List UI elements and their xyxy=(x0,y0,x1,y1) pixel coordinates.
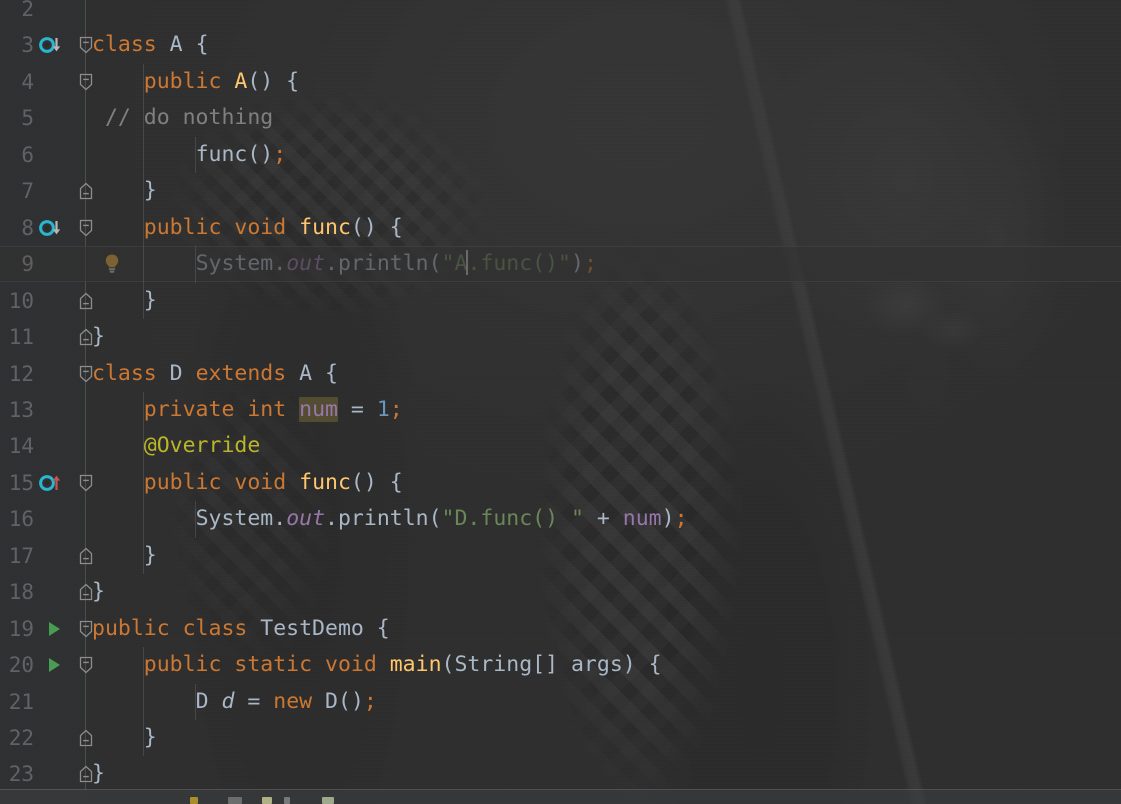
indent-guide xyxy=(142,428,144,465)
indent-guide xyxy=(194,501,196,538)
editor-line[interactable]: 8 public void func() { xyxy=(0,210,1121,246)
line-number[interactable]: 15 xyxy=(0,465,34,501)
line-number[interactable]: 22 xyxy=(0,720,34,756)
indent-guide xyxy=(142,391,144,429)
editor-line[interactable]: 12 class D extends A { xyxy=(0,356,1121,392)
indent-guide xyxy=(142,282,144,320)
line-number[interactable]: 17 xyxy=(0,538,34,574)
code-text[interactable]: } xyxy=(92,756,105,792)
line-number[interactable]: 3 xyxy=(0,27,34,63)
indent-guide xyxy=(142,464,144,502)
editor-line[interactable]: 19 public class TestDemo { xyxy=(0,611,1121,647)
line-number[interactable]: 7 xyxy=(0,173,34,209)
line-number[interactable]: 4 xyxy=(0,64,34,100)
editor-line[interactable]: 18} xyxy=(0,574,1121,610)
indent-guide xyxy=(142,501,144,538)
line-number[interactable]: 5 xyxy=(0,100,34,136)
editor-line[interactable]: 23} xyxy=(0,756,1121,792)
code-text[interactable]: public void func() { xyxy=(92,210,403,246)
implemented-by-icon[interactable] xyxy=(38,210,66,246)
line-number[interactable]: 21 xyxy=(0,684,34,720)
code-text[interactable]: // do nothing xyxy=(92,100,273,136)
line-number[interactable]: 2 xyxy=(0,0,34,27)
line-number[interactable]: 8 xyxy=(0,210,34,246)
code-text[interactable]: public class TestDemo { xyxy=(92,611,390,647)
indent-guide xyxy=(142,209,144,247)
line-number[interactable]: 19 xyxy=(0,611,34,647)
editor-line[interactable]: 2 xyxy=(0,0,1121,27)
indent-guide xyxy=(142,720,144,757)
overriding-method-icon[interactable] xyxy=(38,465,66,501)
code-text[interactable]: public void func() { xyxy=(92,465,403,501)
bottom-tool-window-sliver[interactable] xyxy=(0,790,1121,804)
line-number[interactable]: 11 xyxy=(0,319,34,355)
tool-window-chip xyxy=(190,797,198,804)
run-method-icon[interactable] xyxy=(40,647,68,683)
line-number[interactable]: 12 xyxy=(0,356,34,392)
editor-line[interactable]: 6 func(); xyxy=(0,137,1121,173)
line-number[interactable]: 20 xyxy=(0,647,34,683)
code-text[interactable]: System.out.println("D.func() " + num); xyxy=(92,501,688,537)
indent-guide xyxy=(142,683,144,720)
editor-line[interactable]: 16 System.out.println("D.func() " + num)… xyxy=(0,501,1121,537)
code-text[interactable]: } xyxy=(92,720,157,756)
indent-guide xyxy=(194,246,196,283)
code-text[interactable]: } xyxy=(92,574,105,610)
indent-guide xyxy=(194,683,196,720)
line-number[interactable]: 18 xyxy=(0,574,34,610)
run-class-icon[interactable] xyxy=(40,611,68,647)
editor-line[interactable]: 13 private int num = 1; xyxy=(0,392,1121,428)
code-text[interactable]: func(); xyxy=(92,137,287,173)
indent-guide xyxy=(142,136,144,174)
tool-window-chip xyxy=(262,797,272,804)
tool-window-chip xyxy=(322,797,334,804)
editor-line[interactable]: 22 } xyxy=(0,720,1121,756)
code-text[interactable]: public static void main(String[] args) { xyxy=(92,647,662,683)
line-number[interactable]: 6 xyxy=(0,137,34,173)
code-text[interactable]: D d = new D(); xyxy=(92,684,377,720)
editor-line[interactable]: 21 D d = new D(); xyxy=(0,684,1121,720)
caret-row-highlight xyxy=(0,246,1121,283)
editor-line[interactable]: 10 } xyxy=(0,283,1121,319)
code-text[interactable]: } xyxy=(92,538,157,574)
indent-guide xyxy=(142,173,144,210)
implemented-by-icon[interactable] xyxy=(38,27,66,63)
code-text[interactable]: private int num = 1; xyxy=(92,392,403,428)
indent-guide xyxy=(142,537,144,575)
code-text[interactable]: } xyxy=(92,173,157,209)
line-number[interactable]: 23 xyxy=(0,756,34,792)
editor-line[interactable]: 11} xyxy=(0,319,1121,355)
indent-guide xyxy=(194,136,196,174)
code-surface[interactable]: 2 3 class A {4 public A() {5 // do nothing… xyxy=(0,0,1121,804)
editor-line[interactable]: 3 class A { xyxy=(0,27,1121,63)
code-text[interactable]: class A { xyxy=(92,27,209,63)
code-text[interactable]: } xyxy=(92,283,157,319)
editor-line[interactable]: 17 } xyxy=(0,538,1121,574)
code-text[interactable]: } xyxy=(92,319,105,355)
code-editor[interactable]: 2 3 class A {4 public A() {5 // do nothing… xyxy=(0,0,1121,804)
indent-guide xyxy=(142,100,144,137)
code-text[interactable]: class D extends A { xyxy=(92,356,338,392)
line-number[interactable]: 16 xyxy=(0,501,34,537)
editor-line[interactable]: 5 // do nothing xyxy=(0,100,1121,136)
indent-guide xyxy=(142,246,144,283)
editor-line[interactable]: 7 } xyxy=(0,173,1121,209)
editor-line[interactable]: 14 @Override xyxy=(0,428,1121,464)
editor-line[interactable]: 4 public A() { xyxy=(0,64,1121,100)
tool-window-chip xyxy=(284,797,290,804)
indent-guide xyxy=(142,647,144,684)
tool-window-chip xyxy=(228,797,242,804)
indent-guide xyxy=(142,63,144,101)
code-text[interactable]: public A() { xyxy=(92,64,299,100)
line-number[interactable]: 10 xyxy=(0,283,34,319)
line-number[interactable]: 14 xyxy=(0,428,34,464)
editor-line[interactable]: 15 public void func() { xyxy=(0,465,1121,501)
code-text[interactable]: @Override xyxy=(92,428,261,464)
editor-line[interactable]: 20 public static void main(String[] args… xyxy=(0,647,1121,683)
line-number[interactable]: 13 xyxy=(0,392,34,428)
